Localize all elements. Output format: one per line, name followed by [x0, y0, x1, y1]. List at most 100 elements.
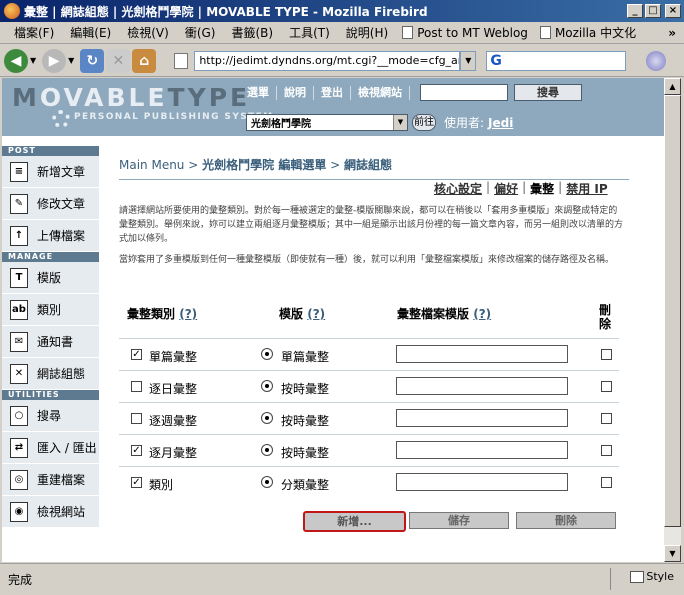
reload-icon[interactable]: ↻: [80, 48, 105, 73]
col-header-delete: 刪除: [599, 303, 612, 331]
delete-checkbox[interactable]: [601, 381, 612, 392]
tab-ip-banning[interactable]: 禁用 IP: [562, 180, 611, 197]
menu-bookmarks[interactable]: 書籤(B): [223, 24, 281, 41]
blog-switcher: 光劍格鬥學院 ▼ 前往 使用者: Jedi: [246, 114, 513, 131]
sidebar-item-upload[interactable]: ↑ 上傳檔案: [2, 220, 99, 252]
bookmark-post-to-mt[interactable]: Post to MT Weblog: [396, 26, 534, 40]
mt-search-input[interactable]: [420, 84, 508, 101]
delete-checkbox[interactable]: [601, 477, 612, 488]
template-label: 單篇彙整: [281, 350, 330, 364]
delete-checkbox[interactable]: [601, 413, 612, 424]
archive-file-template-input[interactable]: [396, 377, 568, 395]
url-input[interactable]: http://jedimt.dyndns.org/mt.cgi?__mode=c…: [194, 50, 461, 71]
archive-file-template-input[interactable]: [396, 345, 568, 363]
sidebar-item-edit-entries[interactable]: ✎ 修改文章: [2, 188, 99, 220]
menu-edit[interactable]: 編輯(E): [62, 24, 119, 41]
back-arrow-icon[interactable]: ◀: [4, 48, 28, 73]
vertical-scrollbar[interactable]: ▲ ▼: [664, 78, 681, 562]
add-button[interactable]: 新增...: [303, 511, 406, 532]
enable-checkbox[interactable]: ✓: [131, 349, 142, 360]
mt-search-button[interactable]: 搜尋: [514, 84, 582, 101]
sidebar-item-label: 網誌組態: [37, 367, 86, 381]
breadcrumb-main-menu[interactable]: Main Menu: [119, 158, 184, 172]
back-dropdown-icon[interactable]: ▼: [30, 56, 36, 65]
sidebar-item-rebuild[interactable]: ◎ 重建檔案: [2, 464, 99, 496]
sidebar: POST ≡ 新增文章 ✎ 修改文章 ↑ 上傳檔案 MANAGE T 模版 ab…: [2, 146, 99, 562]
save-button[interactable]: 儲存: [409, 512, 509, 529]
url-dropdown-icon[interactable]: ▼: [460, 50, 477, 71]
close-button[interactable]: ×: [665, 4, 681, 18]
delete-checkbox[interactable]: [601, 445, 612, 456]
tab-core-settings[interactable]: 核心設定: [430, 180, 486, 197]
go-button[interactable]: 前往: [412, 114, 436, 131]
minimize-button[interactable]: _: [627, 4, 643, 18]
home-icon[interactable]: ⌂: [132, 48, 157, 73]
breadcrumb: Main Menu > 光劍格鬥學院 編輯選單 > 網誌組態: [119, 158, 393, 172]
sidebar-item-label: 檢視網站: [37, 505, 86, 519]
sidebar-item-view-site[interactable]: ◉ 檢視網站: [2, 496, 99, 528]
menu-tools[interactable]: 工具(T): [281, 24, 338, 41]
forward-arrow-icon[interactable]: ▶: [42, 48, 67, 73]
table-row: ✓ 類別 分類彙整: [119, 466, 619, 497]
scroll-down-icon[interactable]: ▼: [664, 545, 681, 562]
stop-icon[interactable]: ✕: [106, 48, 131, 73]
menu-file[interactable]: 檔案(F): [6, 24, 62, 41]
search-go-icon[interactable]: [646, 50, 667, 71]
blog-select-value: 光劍格鬥學院: [251, 119, 311, 130]
sidebar-item-templates[interactable]: T 模版: [2, 262, 99, 294]
sidebar-item-categories[interactable]: ab 類別: [2, 294, 99, 326]
scroll-up-icon[interactable]: ▲: [664, 78, 681, 95]
chevron-more-icon[interactable]: »: [668, 26, 676, 40]
category-icon: ab: [10, 299, 28, 320]
user-name-link[interactable]: Jedi: [488, 116, 513, 130]
archive-type-label: 逐日彙整: [149, 382, 198, 396]
scroll-thumb[interactable]: [664, 95, 681, 527]
breadcrumb-blog[interactable]: 光劍格鬥學院 編輯選單: [202, 158, 326, 172]
menu-go[interactable]: 衝(G): [177, 24, 224, 41]
tab-preferences[interactable]: 偏好: [490, 180, 522, 197]
help-link[interactable]: (?): [473, 307, 491, 321]
nav-view-site-link[interactable]: 檢視網站: [351, 85, 410, 100]
template-radio[interactable]: [261, 348, 273, 360]
help-link[interactable]: (?): [179, 307, 197, 321]
maximize-button[interactable]: □: [645, 4, 661, 18]
nav-menu-link[interactable]: 選單: [240, 85, 277, 100]
style-switcher[interactable]: Style: [630, 570, 674, 583]
sidebar-item-search[interactable]: ○ 搜尋: [2, 400, 99, 432]
doc-icon: ≡: [10, 161, 28, 182]
bookmark-mozilla-zh[interactable]: Mozilla 中文化: [534, 24, 642, 41]
web-search-input[interactable]: G: [486, 50, 627, 71]
menu-help[interactable]: 說明(H): [338, 24, 396, 41]
nav-logout-link[interactable]: 登出: [314, 85, 351, 100]
forward-dropdown-icon[interactable]: ▼: [68, 56, 74, 65]
enable-checkbox[interactable]: ✓: [131, 477, 142, 488]
delete-button[interactable]: 刪除: [516, 512, 616, 529]
tab-archiving: 彙整: [530, 182, 555, 196]
sidebar-item-blog-config[interactable]: ✕ 網誌組態: [2, 358, 99, 390]
sidebar-item-import-export[interactable]: ⇄ 匯入 / 匯出: [2, 432, 99, 464]
sidebar-item-new-entry[interactable]: ≡ 新增文章: [2, 156, 99, 188]
delete-checkbox[interactable]: [601, 349, 612, 360]
template-radio[interactable]: [261, 444, 273, 456]
template-radio[interactable]: [261, 380, 273, 392]
menu-view[interactable]: 檢視(V): [119, 24, 177, 41]
enable-checkbox[interactable]: ✓: [131, 445, 142, 456]
page-icon: [402, 26, 414, 39]
sidebar-item-notifications[interactable]: ✉ 通知書: [2, 326, 99, 358]
table-row: ✓ 單篇彙整 單篇彙整: [119, 338, 619, 369]
sidebar-section-utilities: UTILITIES: [2, 390, 99, 400]
archive-file-template-input[interactable]: [396, 409, 568, 427]
help-link[interactable]: (?): [307, 307, 325, 321]
archive-file-template-input[interactable]: [396, 473, 568, 491]
logo-vable: VABLE: [63, 83, 168, 112]
archive-file-template-input[interactable]: [396, 441, 568, 459]
enable-checkbox[interactable]: [131, 381, 142, 392]
table-row: 逐週彙整 按時彙整: [119, 402, 619, 433]
style-icon: [630, 570, 645, 583]
template-radio[interactable]: [261, 412, 273, 424]
mt-header: MOVABLETYPE PERSONAL PUBLISHING SYSTEM 選…: [2, 78, 664, 136]
enable-checkbox[interactable]: [131, 413, 142, 424]
blog-select[interactable]: 光劍格鬥學院 ▼: [246, 114, 408, 131]
template-radio[interactable]: [261, 476, 273, 488]
nav-help-link[interactable]: 說明: [277, 85, 314, 100]
